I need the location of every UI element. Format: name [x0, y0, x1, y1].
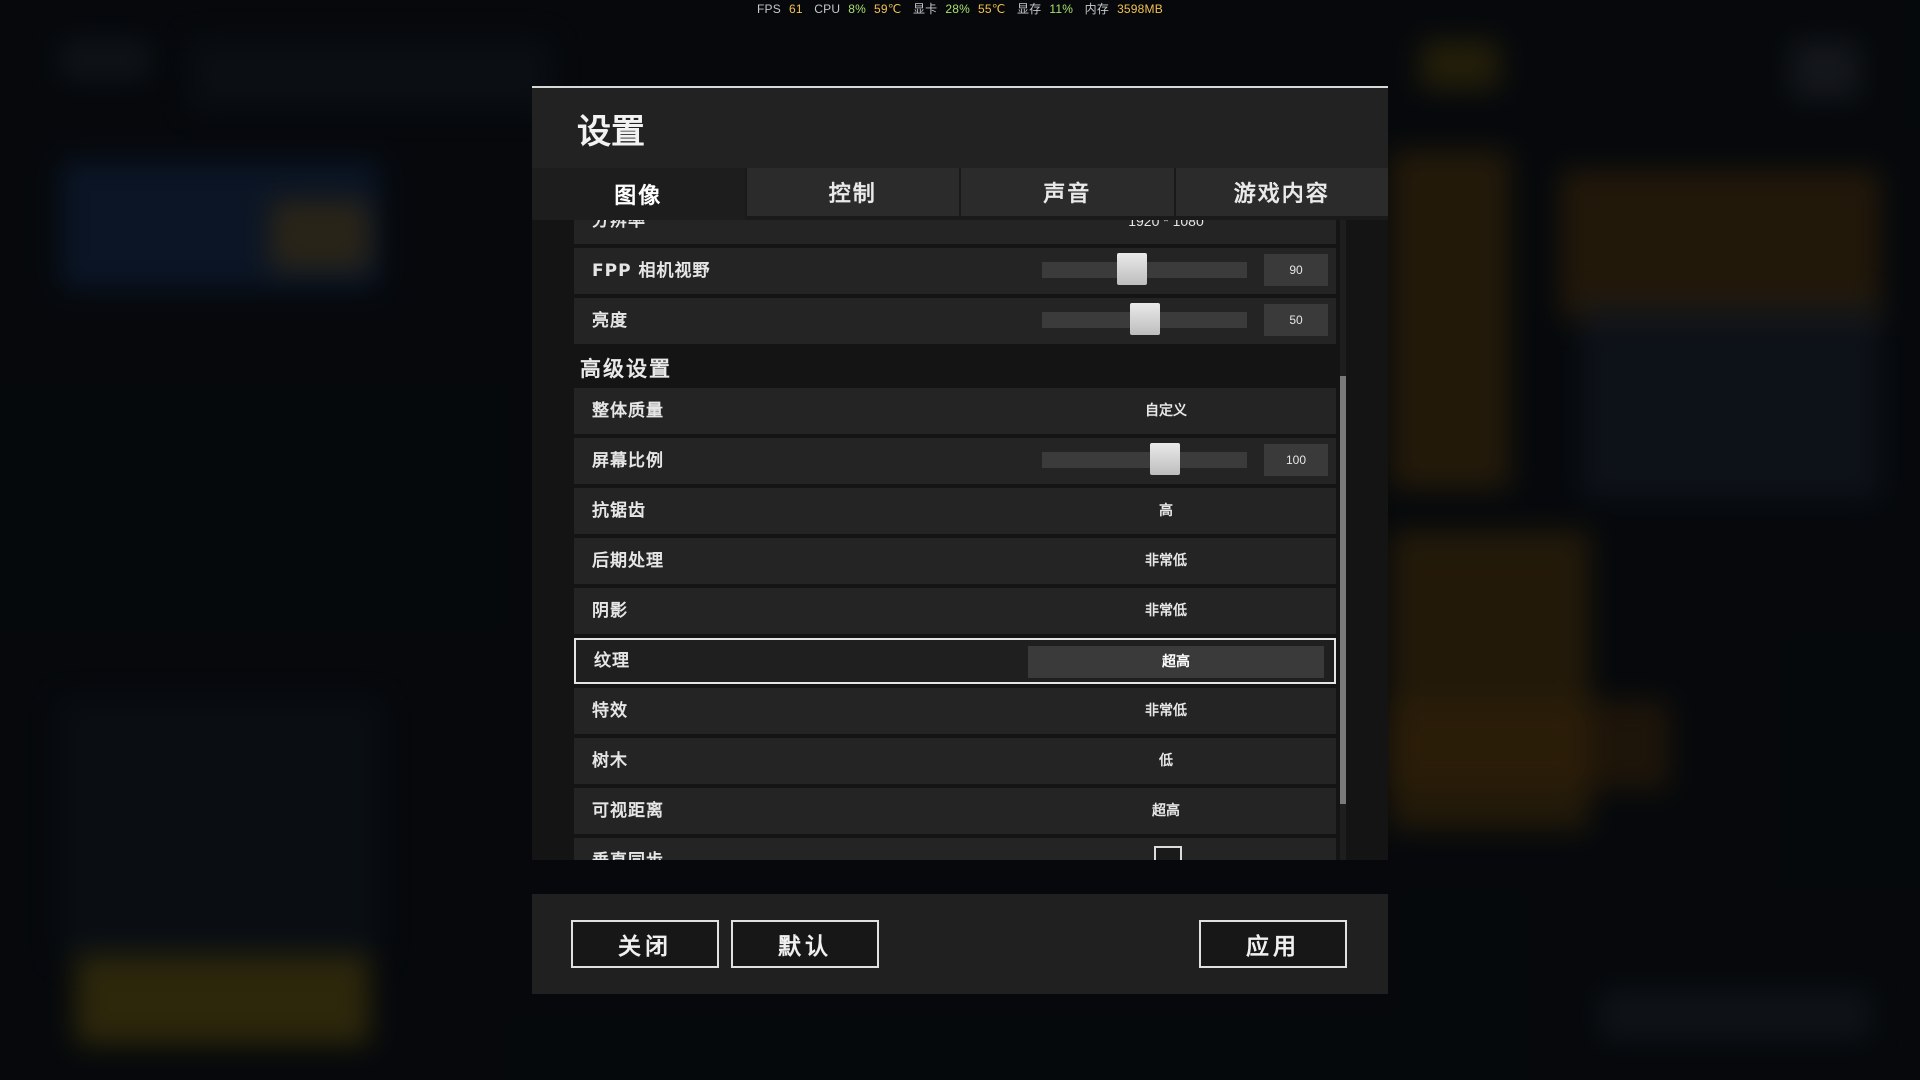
tab-controls[interactable]: 控制	[746, 168, 959, 216]
fov-slider[interactable]	[1042, 253, 1247, 285]
setting-value: 自定义	[1145, 403, 1187, 419]
setting-label: FPP 相机视野	[592, 261, 711, 281]
setting-screen-scale: 屏幕比例 100	[574, 438, 1336, 484]
setting-label: 抗锯齿	[592, 501, 646, 521]
advanced-settings-title: 高级设置	[580, 357, 672, 381]
tab-gameplay[interactable]: 游戏内容	[1175, 168, 1388, 216]
setting-view-distance[interactable]: 可视距离 超高	[574, 788, 1336, 834]
vsync-checkbox[interactable]	[1154, 846, 1182, 860]
brightness-value-box[interactable]: 50	[1264, 304, 1328, 336]
slider-thumb[interactable]	[1117, 253, 1148, 285]
ram-value: 3598MB	[1117, 2, 1163, 16]
setting-label: 纹理	[594, 651, 630, 671]
ram-label: 内存	[1084, 2, 1110, 16]
fps-value: 61	[788, 2, 803, 16]
cpu-value: 8%	[848, 2, 866, 16]
vram-value: 11%	[1049, 2, 1074, 16]
cpu-temp: 59℃	[873, 2, 902, 16]
setting-label: 垂直同步	[592, 838, 664, 860]
gpu-label: 显卡	[912, 2, 938, 16]
setting-value: 高	[1159, 503, 1173, 519]
setting-value: 1920 * 1080	[1128, 220, 1204, 229]
close-button[interactable]: 关闭	[571, 920, 719, 968]
settings-tabs: 图像 控制 声音 游戏内容	[532, 168, 1388, 220]
modal-footer: 关闭 默认 应用	[532, 894, 1388, 994]
setting-value: 非常低	[1145, 703, 1187, 719]
setting-effects[interactable]: 特效 非常低	[574, 688, 1336, 734]
performance-overlay: FPS 61 CPU 8% 59℃ 显卡 28% 55℃ 显存 11% 内存 3598MB	[0, 0, 1920, 18]
default-button[interactable]: 默认	[731, 920, 879, 968]
setting-vsync: 垂直同步	[574, 838, 1336, 860]
slider-thumb[interactable]	[1150, 443, 1180, 475]
setting-shadows[interactable]: 阴影 非常低	[574, 588, 1336, 634]
setting-label: 亮度	[592, 311, 628, 331]
setting-label: 后期处理	[592, 551, 664, 571]
modal-header: 设置	[532, 86, 1388, 170]
setting-label: 阴影	[592, 601, 628, 621]
setting-anti-aliasing[interactable]: 抗锯齿 高	[574, 488, 1336, 534]
setting-label: 屏幕比例	[592, 451, 664, 471]
setting-fpp-fov: FPP 相机视野 90	[574, 248, 1336, 294]
scrollbar-thumb[interactable]	[1340, 376, 1346, 804]
brightness-slider[interactable]	[1042, 303, 1247, 335]
setting-label: 分辨率	[592, 220, 646, 231]
fov-value-box[interactable]: 90	[1264, 254, 1328, 286]
setting-textures[interactable]: 纹理 超高	[574, 638, 1336, 684]
tab-audio[interactable]: 声音	[961, 168, 1174, 216]
setting-brightness: 亮度 50	[574, 298, 1336, 344]
setting-value: 非常低	[1145, 603, 1187, 619]
setting-value[interactable]: 超高	[1028, 646, 1324, 678]
setting-value: 非常低	[1145, 553, 1187, 569]
setting-label: 树木	[592, 751, 628, 771]
settings-scrollbar[interactable]	[1340, 220, 1346, 860]
gpu-temp: 55℃	[977, 2, 1006, 16]
cpu-label: CPU	[814, 2, 841, 16]
setting-post-processing[interactable]: 后期处理 非常低	[574, 538, 1336, 584]
settings-content: 分辨率 1920 * 1080 FPP 相机视野 90 亮度 50 高级设置 整…	[532, 220, 1388, 860]
screen-scale-value-box[interactable]: 100	[1264, 444, 1328, 476]
settings-modal: 设置 图像 控制 声音 游戏内容 分辨率 1920 * 1080 FPP 相机视…	[532, 86, 1388, 994]
setting-value: 超高	[1152, 803, 1180, 819]
screen-scale-slider[interactable]	[1042, 443, 1247, 475]
fps-label: FPS	[757, 2, 781, 16]
tab-graphics[interactable]: 图像	[532, 168, 745, 220]
setting-resolution[interactable]: 分辨率 1920 * 1080	[574, 220, 1336, 244]
setting-value: 低	[1159, 753, 1173, 769]
setting-label: 可视距离	[592, 801, 664, 821]
slider-thumb[interactable]	[1129, 303, 1160, 335]
apply-button[interactable]: 应用	[1199, 920, 1347, 968]
setting-label: 特效	[592, 701, 628, 721]
gpu-value: 28%	[945, 2, 970, 16]
modal-title: 设置	[577, 112, 645, 152]
vram-label: 显存	[1016, 2, 1042, 16]
setting-overall-quality[interactable]: 整体质量 自定义	[574, 388, 1336, 434]
setting-label: 整体质量	[592, 401, 664, 421]
setting-foliage[interactable]: 树木 低	[574, 738, 1336, 784]
